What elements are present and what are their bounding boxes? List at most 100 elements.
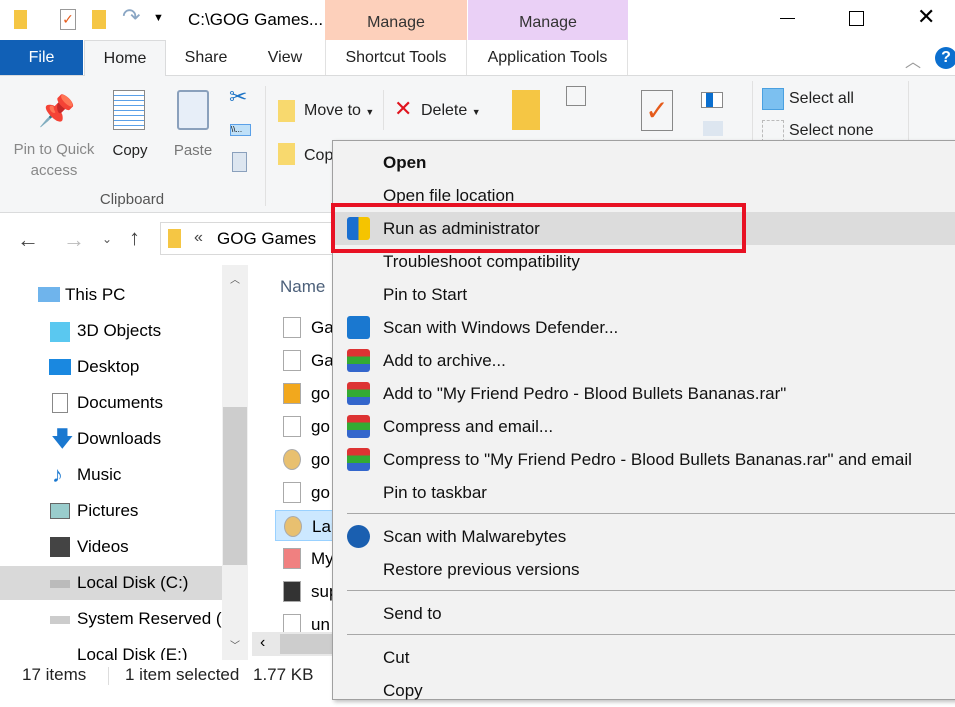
menu-item[interactable]: Pin to taskbar: [333, 476, 955, 509]
file-row[interactable]: Ga: [275, 312, 335, 343]
nav-desktop[interactable]: Desktop: [0, 350, 222, 384]
tab-view[interactable]: View: [250, 40, 320, 75]
file-row[interactable]: go: [275, 477, 335, 508]
nav-label: System Reserved (: [77, 609, 222, 628]
nav-scrollbar[interactable]: ︿ ﹀: [222, 265, 248, 660]
edit-icon[interactable]: [703, 121, 723, 136]
minimize-icon[interactable]: [780, 18, 795, 19]
file-icon: [283, 482, 301, 503]
menu-item[interactable]: Pin to Start: [333, 278, 955, 311]
maximize-icon[interactable]: [849, 11, 864, 26]
copy-to-icon: [278, 143, 295, 165]
new-item-icon[interactable]: [566, 86, 586, 106]
breadcrumb-overflow[interactable]: «: [194, 229, 203, 247]
nav-pictures[interactable]: Pictures: [0, 494, 222, 528]
file-row[interactable]: sup: [275, 576, 335, 607]
file-row[interactable]: Ga: [275, 345, 335, 376]
menu-item[interactable]: Compress to "My Friend Pedro - Blood Bul…: [333, 443, 955, 476]
tab-application-tools[interactable]: Application Tools: [468, 40, 628, 75]
nav-downloads[interactable]: 🡇 Downloads: [0, 422, 222, 456]
menu-item-label: Pin to taskbar: [383, 483, 487, 502]
game-icon: [283, 548, 301, 569]
paste-button[interactable]: Paste: [170, 142, 216, 159]
nav-local-disk-e[interactable]: Local Disk (E:): [0, 638, 222, 660]
delete-label: Delete: [421, 102, 468, 119]
redo-icon[interactable]: ↷: [122, 4, 140, 30]
nav-system-reserved[interactable]: System Reserved (: [0, 602, 222, 636]
customize-dropdown-icon[interactable]: ▼: [153, 12, 164, 24]
scroll-left-icon[interactable]: ‹: [260, 634, 265, 652]
status-selected: 1 item selected: [125, 665, 240, 684]
clipboard-group-label: Clipboard: [99, 191, 165, 208]
forward-icon[interactable]: →: [63, 227, 85, 253]
select-none-button[interactable]: Select none: [789, 122, 874, 140]
tab-share[interactable]: Share: [170, 40, 242, 75]
menu-item[interactable]: Send to: [333, 597, 955, 630]
file-row[interactable]: go: [275, 444, 335, 475]
tab-home[interactable]: Home: [84, 40, 166, 76]
paste-shortcut-icon[interactable]: [232, 152, 247, 172]
nav-local-disk-c[interactable]: Local Disk (C:): [0, 566, 222, 600]
cut-icon[interactable]: ✂: [229, 84, 247, 110]
help-icon[interactable]: ?: [935, 47, 955, 69]
menu-item[interactable]: Restore previous versions: [333, 553, 955, 586]
file-row[interactable]: Lau: [275, 510, 335, 541]
address-bar[interactable]: « GOG Games: [160, 222, 360, 255]
file-row[interactable]: go: [275, 411, 335, 442]
tab-shortcut-tools[interactable]: Shortcut Tools: [325, 40, 467, 75]
new-folder-icon[interactable]: [92, 10, 106, 29]
scroll-down-icon[interactable]: ﹀: [230, 637, 240, 652]
drive-icon: [50, 580, 70, 588]
menu-item[interactable]: Compress and email...: [333, 410, 955, 443]
h-scroll-thumb[interactable]: [280, 634, 334, 654]
file-row[interactable]: My: [275, 543, 335, 574]
up-icon[interactable]: ↑: [129, 225, 140, 251]
scroll-thumb[interactable]: [223, 407, 247, 565]
app-icon: [283, 581, 301, 602]
properties-large-icon[interactable]: ✓: [641, 90, 673, 131]
select-all-button[interactable]: Select all: [789, 90, 854, 108]
winrar-icon: [347, 382, 370, 405]
menu-item[interactable]: Add to "My Friend Pedro - Blood Bullets …: [333, 377, 955, 410]
close-icon[interactable]: ✕: [917, 4, 935, 30]
recent-dropdown-icon[interactable]: ⌄: [102, 232, 112, 246]
properties-icon[interactable]: ✓: [60, 9, 76, 30]
move-to-label: Move to: [304, 102, 361, 119]
manage-shortcut-group: Manage: [325, 0, 467, 40]
menu-item-label: Add to "My Friend Pedro - Blood Bullets …: [383, 384, 787, 403]
copy-button[interactable]: Copy: [106, 142, 154, 159]
nav-music[interactable]: ♪ Music: [0, 458, 222, 492]
file-row[interactable]: go: [275, 378, 335, 409]
pin-label-2: access: [30, 162, 78, 179]
nav-this-pc[interactable]: This PC: [0, 278, 222, 312]
menu-item-label: Compress and email...: [383, 417, 554, 436]
menu-item[interactable]: Add to archive...: [333, 344, 955, 377]
nav-label: 3D Objects: [77, 321, 162, 340]
horizontal-scrollbar[interactable]: ‹: [252, 632, 334, 656]
nav-documents[interactable]: Documents: [0, 386, 222, 420]
menu-item[interactable]: Scan with Windows Defender...: [333, 311, 955, 344]
move-to-button[interactable]: Move to ▼: [304, 102, 374, 120]
file-name: go: [311, 450, 330, 469]
pin-quick-access-button[interactable]: Pin to Quick access: [8, 141, 100, 179]
delete-button[interactable]: Delete ▼: [421, 102, 481, 120]
menu-item[interactable]: Scan with Malwarebytes: [333, 520, 955, 553]
breadcrumb-gog-games[interactable]: GOG Games: [217, 229, 316, 249]
copy-path-icon[interactable]: \\...: [230, 124, 251, 136]
tab-file[interactable]: File: [0, 40, 83, 75]
nav-3d-objects[interactable]: 3D Objects: [0, 314, 222, 348]
nav-label: Desktop: [77, 357, 140, 376]
menu-item[interactable]: Cut: [333, 641, 955, 674]
pin-icon: 📌: [38, 95, 76, 128]
nav-videos[interactable]: Videos: [0, 530, 222, 564]
open-icon[interactable]: [701, 92, 723, 108]
column-header-name[interactable]: Name: [280, 277, 325, 297]
menu-item[interactable]: Copy: [333, 674, 955, 707]
nav-label: Pictures: [77, 501, 139, 520]
new-folder-icon[interactable]: [512, 90, 540, 130]
collapse-ribbon-icon[interactable]: ︿: [905, 48, 921, 72]
scroll-up-icon[interactable]: ︿: [230, 271, 240, 286]
menu-item[interactable]: Open: [333, 146, 955, 179]
back-icon[interactable]: ←: [17, 227, 39, 253]
windows-defender-icon: [347, 316, 370, 339]
